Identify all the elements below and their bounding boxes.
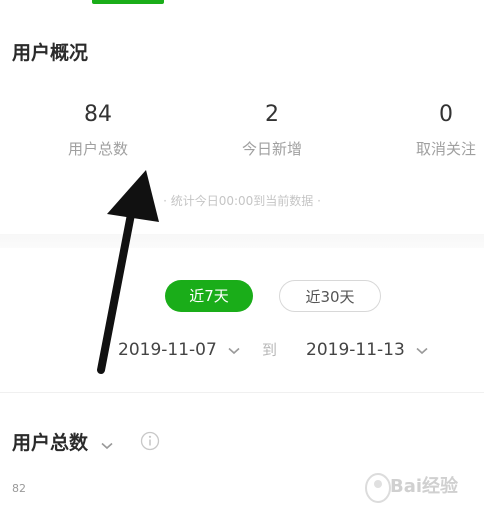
start-date-value: 2019-11-07 bbox=[118, 340, 217, 360]
stat-label: 用户总数 bbox=[67, 140, 128, 158]
stat-total-users[interactable]: 84 用户总数 bbox=[38, 100, 158, 160]
stat-new-today[interactable]: 2 今日新增 bbox=[212, 100, 332, 160]
range-7-days-button[interactable]: 近7天 bbox=[165, 280, 253, 312]
active-tab-indicator bbox=[92, 0, 164, 4]
overview-stats: 84 用户总数 2 今日新增 0 取消关注 bbox=[0, 100, 484, 170]
info-icon[interactable] bbox=[140, 431, 160, 451]
page-title: 用户概况 bbox=[12, 42, 89, 64]
stat-unfollowed[interactable]: 0 取消关注 bbox=[386, 100, 484, 160]
end-date-value: 2019-11-13 bbox=[306, 340, 405, 360]
range-30-days-button[interactable]: 近30天 bbox=[279, 280, 381, 312]
stat-label: 取消关注 bbox=[415, 140, 476, 158]
stat-value: 2 bbox=[265, 102, 279, 127]
divider bbox=[0, 392, 484, 393]
watermark-text: Bai经验 bbox=[390, 476, 459, 497]
chevron-down-icon bbox=[416, 338, 428, 362]
section-divider bbox=[0, 234, 484, 248]
chevron-down-icon bbox=[228, 338, 240, 362]
start-date-picker[interactable]: 2019-11-07 bbox=[118, 338, 240, 362]
chart-title: 用户总数 bbox=[12, 432, 89, 454]
end-date-picker[interactable]: 2019-11-13 bbox=[306, 338, 428, 362]
stat-label: 今日新增 bbox=[241, 140, 302, 158]
stat-value: 84 bbox=[84, 102, 112, 127]
chart-metric-selector[interactable]: 用户总数 bbox=[12, 428, 113, 455]
chevron-down-icon bbox=[101, 433, 113, 455]
chart-y-tick-label: 82 bbox=[12, 482, 26, 495]
date-separator: 到 bbox=[262, 341, 278, 359]
stats-note: · 统计今日00:00到当前数据 · bbox=[163, 194, 321, 208]
stat-value: 0 bbox=[439, 102, 453, 127]
